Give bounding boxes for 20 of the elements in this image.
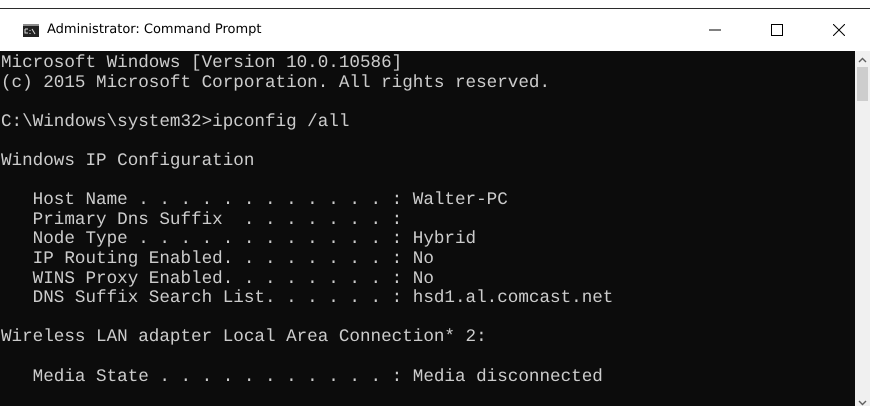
scroll-down-icon[interactable] bbox=[858, 400, 867, 406]
scrollbar-thumb[interactable] bbox=[857, 67, 868, 101]
console-line: Wireless LAN adapter Local Area Connection* 2: bbox=[1, 328, 487, 348]
window-title: Administrator: Command Prompt bbox=[47, 21, 262, 40]
console-line: (c) 2015 Microsoft Corporation. All rights reserved. bbox=[1, 74, 550, 94]
maximize-icon bbox=[771, 24, 783, 36]
console-line: DNS Suffix Search List. . . . . . : hsd1.al.comcast.net bbox=[32, 289, 614, 309]
console-line: Windows IP Configuration bbox=[1, 152, 254, 172]
console-line: C:\Windows\system32>ipconfig /all bbox=[1, 112, 350, 132]
scroll-up-icon[interactable] bbox=[858, 57, 867, 63]
console-line: WINS Proxy Enabled. . . . . . . . : No bbox=[32, 270, 434, 289]
console-line: Media State . . . . . . . . . . . : Media disconnected bbox=[32, 368, 603, 388]
console-line: Primary Dns Suffix . . . . . . . : bbox=[32, 210, 402, 230]
console-line: IP Routing Enabled. . . . . . . . : No bbox=[32, 250, 434, 270]
console-icon bbox=[23, 24, 39, 36]
scrollbar[interactable] bbox=[855, 51, 870, 406]
console-line: Host Name . . . . . . . . . . . . : Walter-PC bbox=[32, 191, 508, 211]
close-icon bbox=[833, 24, 845, 36]
console-line: Node Type . . . . . . . . . . . . : Hybrid bbox=[32, 230, 476, 250]
console-line: Microsoft Windows [Version 10.0.10586] bbox=[1, 54, 402, 74]
